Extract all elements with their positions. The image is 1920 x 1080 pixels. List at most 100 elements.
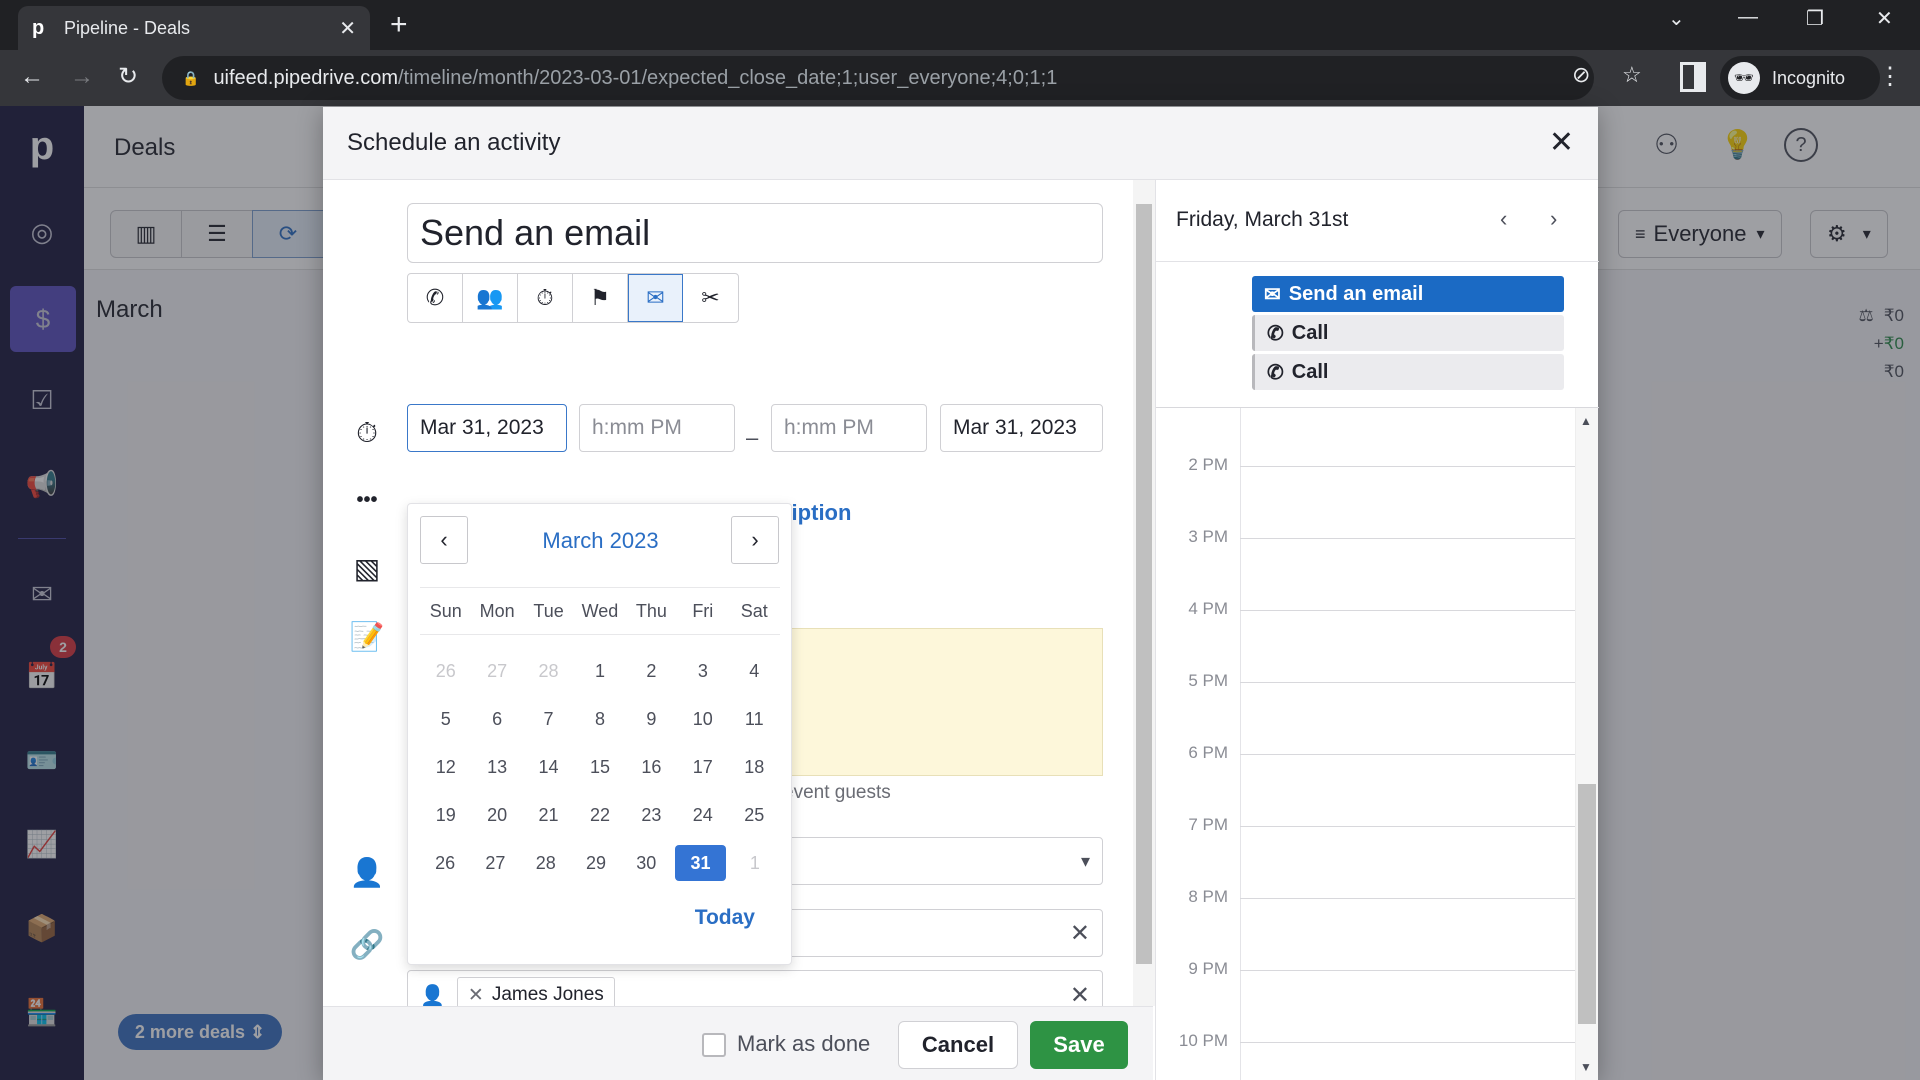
hour-line[interactable] <box>1240 898 1575 899</box>
notes-textarea[interactable] <box>783 628 1103 776</box>
mark-as-done-label[interactable]: Mark as done <box>737 1031 870 1057</box>
reload-button[interactable]: ↻ <box>118 62 138 92</box>
calendar-scrollbar-thumb[interactable] <box>1578 784 1596 1024</box>
day-cell[interactable]: 28 <box>521 845 571 881</box>
bookmark-star-icon[interactable]: ☆ <box>1622 62 1642 88</box>
day-cell[interactable]: 7 <box>523 701 574 737</box>
tab-search-icon[interactable]: ⌄ <box>1668 6 1685 31</box>
call-type-icon[interactable]: ✆ <box>408 274 463 322</box>
restore-button[interactable]: ❐ <box>1806 6 1824 31</box>
event-call[interactable]: ✆ Call <box>1252 315 1564 351</box>
tracking-protection-eye-off-icon[interactable]: ⊘ <box>1572 62 1590 88</box>
side-panel-icon[interactable] <box>1680 62 1706 92</box>
start-date-input[interactable]: Mar 31, 2023 <box>407 404 567 452</box>
scroll-up-arrow-icon[interactable]: ▲ <box>1580 414 1592 428</box>
day-cell[interactable]: 14 <box>523 749 574 785</box>
day-cell[interactable]: 28 <box>523 653 574 689</box>
cancel-button[interactable]: Cancel <box>898 1021 1018 1069</box>
day-cell[interactable]: 9 <box>626 701 677 737</box>
remove-person-icon[interactable]: ✕ <box>468 984 484 1007</box>
window-close-button[interactable]: ✕ <box>1876 6 1893 31</box>
clear-person-icon[interactable]: ✕ <box>1070 981 1090 1007</box>
day-cell[interactable]: 26 <box>420 653 471 689</box>
end-time-input[interactable]: h:mm PM <box>771 404 927 452</box>
close-icon[interactable]: ✕ <box>1549 125 1574 160</box>
day-cell[interactable]: 13 <box>471 749 522 785</box>
day-cell[interactable]: 30 <box>621 845 671 881</box>
day-cell[interactable]: 16 <box>626 749 677 785</box>
more-options-icon[interactable]: ••• <box>347 480 387 520</box>
forward-button[interactable]: → <box>70 62 94 92</box>
day-cell[interactable]: 24 <box>677 797 728 833</box>
event-send-an-email[interactable]: ✉ Send an email <box>1252 276 1564 312</box>
day-cell[interactable]: 22 <box>574 797 625 833</box>
add-description-link[interactable]: ription <box>783 500 851 526</box>
day-cell[interactable]: 3 <box>677 653 728 689</box>
save-button[interactable]: Save <box>1030 1021 1128 1069</box>
day-cell[interactable]: 19 <box>420 797 471 833</box>
new-tab-button[interactable]: + <box>390 10 408 40</box>
hour-line[interactable] <box>1240 466 1575 467</box>
prev-day-button[interactable]: ‹ <box>1500 206 1507 232</box>
hour-gutter-divider <box>1240 408 1241 1080</box>
hour-line[interactable] <box>1240 826 1575 827</box>
address-bar[interactable]: 🔒 uifeed.pipedrive.com /timeline/month/2… <box>162 56 1642 100</box>
calendar-scrollbar[interactable]: ▲ ▼ <box>1576 408 1598 1080</box>
day-cell[interactable]: 18 <box>729 749 780 785</box>
next-day-button[interactable]: › <box>1550 206 1557 232</box>
day-cell[interactable]: 21 <box>523 797 574 833</box>
day-cell[interactable]: 20 <box>471 797 522 833</box>
mark-as-done-checkbox[interactable] <box>702 1033 726 1057</box>
selected-day[interactable]: 31 <box>675 845 726 881</box>
hour-line[interactable] <box>1240 1042 1575 1043</box>
person-input[interactable]: 👤 ✕ James Jones ✕ <box>407 970 1103 1006</box>
day-cell[interactable]: 8 <box>574 701 625 737</box>
day-cell[interactable]: 26 <box>420 845 470 881</box>
lunch-type-icon[interactable]: ✂ <box>683 274 738 322</box>
subject-input[interactable]: Send an email <box>407 203 1103 263</box>
day-cell[interactable]: 27 <box>471 653 522 689</box>
meeting-type-icon[interactable]: 👥 <box>463 274 518 322</box>
scroll-down-arrow-icon[interactable]: ▼ <box>1580 1060 1592 1074</box>
day-cell[interactable]: 11 <box>729 701 780 737</box>
hour-line[interactable] <box>1240 682 1575 683</box>
day-cell[interactable]: 27 <box>470 845 520 881</box>
day-cell[interactable]: 12 <box>420 749 471 785</box>
hour-line[interactable] <box>1240 538 1575 539</box>
hour-line[interactable] <box>1240 970 1575 971</box>
hour-line[interactable] <box>1240 754 1575 755</box>
start-time-input[interactable]: h:mm PM <box>579 404 735 452</box>
form-scrollbar[interactable] <box>1133 180 1155 1006</box>
end-date-input[interactable]: Mar 31, 2023 <box>940 404 1103 452</box>
day-cell[interactable]: 1 <box>730 845 780 881</box>
day-cell[interactable]: 5 <box>420 701 471 737</box>
hour-grid: 1 PM2 PM3 PM4 PM5 PM6 PM7 PM8 PM9 PM10 P… <box>1156 408 1576 1080</box>
back-button[interactable]: ← <box>20 62 44 92</box>
day-cell[interactable]: 1 <box>574 653 625 689</box>
hour-line[interactable] <box>1240 610 1575 611</box>
profile-incognito-button[interactable]: 🕶 Incognito <box>1720 56 1880 100</box>
day-cell[interactable]: 6 <box>471 701 522 737</box>
day-cell[interactable]: 29 <box>571 845 621 881</box>
browser-menu-icon[interactable]: ⋮ <box>1878 62 1902 91</box>
next-month-button[interactable]: › <box>731 516 779 564</box>
day-cell[interactable]: 10 <box>677 701 728 737</box>
day-cell[interactable]: 4 <box>729 653 780 689</box>
day-cell[interactable]: 25 <box>729 797 780 833</box>
event-call[interactable]: ✆ Call <box>1252 354 1564 390</box>
day-cell[interactable]: 23 <box>626 797 677 833</box>
deadline-flag-type-icon[interactable]: ⚑ <box>573 274 628 322</box>
day-cell[interactable]: 15 <box>574 749 625 785</box>
day-cell[interactable]: 2 <box>626 653 677 689</box>
task-type-icon[interactable]: ⏱ <box>518 274 573 322</box>
hour-label: 3 PM <box>1188 527 1228 546</box>
email-type-icon[interactable]: ✉ <box>628 274 683 322</box>
tab-close-icon[interactable]: ✕ <box>339 16 356 41</box>
minimize-button[interactable]: — <box>1738 6 1758 29</box>
form-scrollbar-thumb[interactable] <box>1136 204 1152 964</box>
day-cell[interactable]: 17 <box>677 749 728 785</box>
clear-deal-icon[interactable]: ✕ <box>1070 919 1090 948</box>
today-button[interactable]: Today <box>695 906 755 930</box>
browser-tab[interactable]: p Pipeline - Deals ✕ <box>18 6 370 50</box>
lock-icon[interactable]: 🔒 <box>182 70 199 87</box>
